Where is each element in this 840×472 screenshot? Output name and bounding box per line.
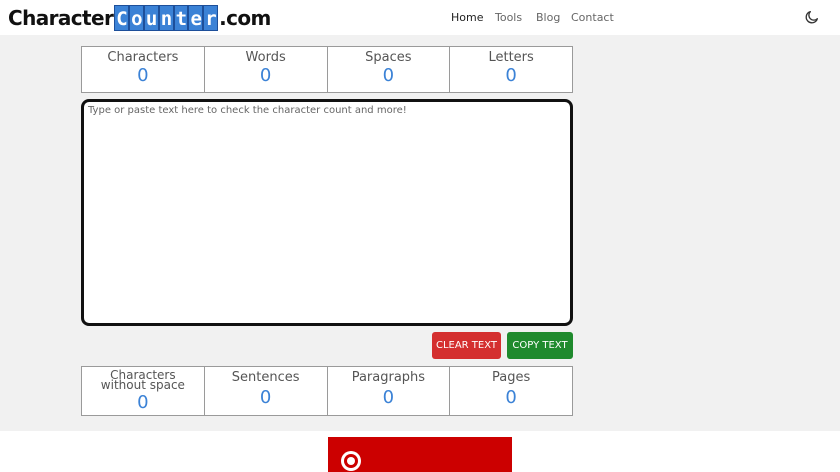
advertisement-banner[interactable] <box>328 437 512 472</box>
nav-link-blog[interactable]: Blog <box>536 11 560 24</box>
top-stats-panel: Characters 0 Words 0 Spaces 0 Letters 0 <box>81 46 573 93</box>
logo-boxed-word: C o u n t e r <box>114 4 219 31</box>
nav-item-blog[interactable]: Blog <box>536 0 560 35</box>
stat-label: Pages <box>492 370 531 385</box>
logo-prefix: Character <box>8 5 114 30</box>
moon-icon[interactable] <box>804 9 820 25</box>
stat-value: 0 <box>259 387 272 408</box>
stat-letters: Letters 0 <box>450 47 572 92</box>
stat-words: Words 0 <box>205 47 328 92</box>
logo-letter: u <box>143 4 159 31</box>
stat-label: Words <box>245 50 286 65</box>
nav-item-tools[interactable]: Tools <box>495 0 522 35</box>
stat-value: 0 <box>382 387 395 408</box>
stat-label: Spaces <box>365 50 412 65</box>
logo-letter: C <box>114 4 130 31</box>
stat-value: 0 <box>259 65 272 86</box>
logo-letter: r <box>203 4 219 31</box>
stat-label: Characters <box>107 50 179 65</box>
logo-letter: e <box>188 4 204 31</box>
bottom-stats-panel: Characters without space 0 Sentences 0 P… <box>81 366 573 416</box>
nav-item-contact[interactable]: Contact <box>571 0 614 35</box>
stat-label-line2: without space <box>100 378 185 392</box>
nav-link-home[interactable]: Home <box>451 11 483 24</box>
stat-value: 0 <box>505 65 517 86</box>
logo-suffix: .com <box>219 5 271 30</box>
text-input-area[interactable] <box>81 99 573 326</box>
stat-value: 0 <box>505 387 517 408</box>
stat-characters-without-space: Characters without space 0 <box>82 367 205 415</box>
stat-label: Letters <box>488 50 534 65</box>
site-logo[interactable]: Character C o u n t e r .com <box>8 4 271 31</box>
stat-characters: Characters 0 <box>82 47 205 92</box>
nav-item-home[interactable]: Home <box>451 0 483 35</box>
copy-text-button[interactable]: COPY TEXT <box>507 332 573 359</box>
nav-link-contact[interactable]: Contact <box>571 11 614 24</box>
clear-text-button[interactable]: CLEAR TEXT <box>432 332 501 359</box>
stat-value: 0 <box>382 65 395 86</box>
stat-value: 0 <box>137 392 149 413</box>
stat-label: Characters without space <box>82 369 204 392</box>
stat-spaces: Spaces 0 <box>328 47 451 92</box>
site-header: Character C o u n t e r .com Home Tools … <box>0 0 840 35</box>
stat-label: Paragraphs <box>351 370 426 385</box>
stat-label: Sentences <box>231 370 300 385</box>
logo-letter: n <box>158 4 174 31</box>
stat-value: 0 <box>137 65 149 86</box>
logo-letter: t <box>173 4 189 31</box>
target-logo-icon <box>341 451 361 471</box>
stat-pages: Pages 0 <box>450 367 572 415</box>
logo-letter: o <box>129 4 144 31</box>
stat-paragraphs: Paragraphs 0 <box>328 367 451 415</box>
nav-link-tools[interactable]: Tools <box>495 11 522 24</box>
stat-sentences: Sentences 0 <box>205 367 328 415</box>
